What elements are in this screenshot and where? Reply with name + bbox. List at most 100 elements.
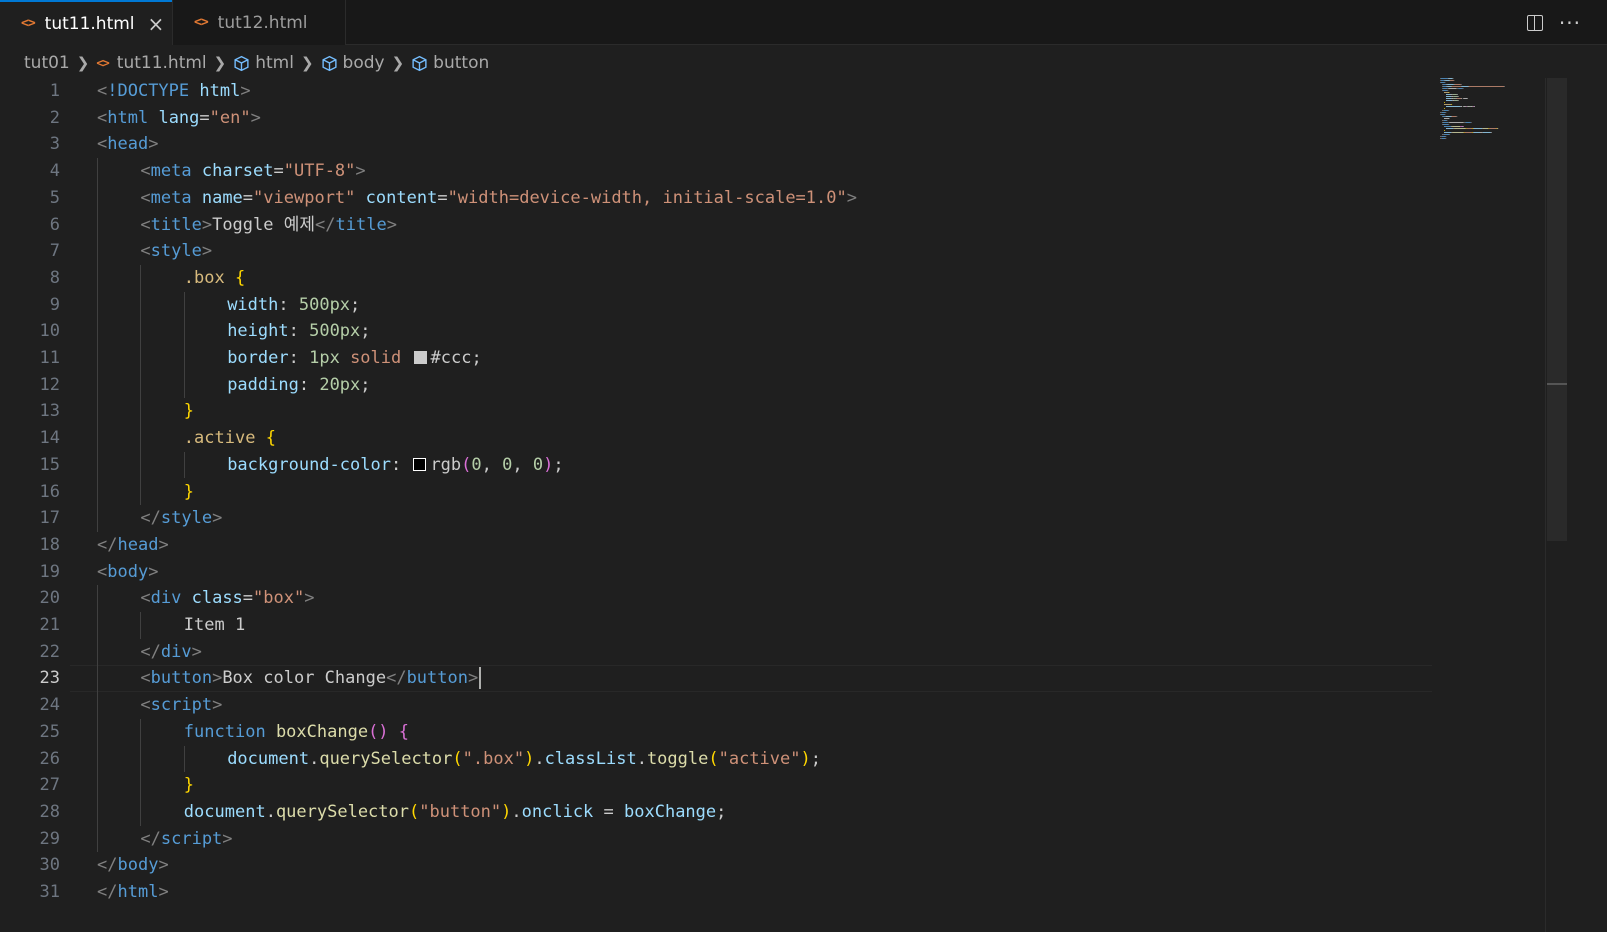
minimap-token (1496, 128, 1498, 129)
code-text: <div class="box"> (140, 588, 315, 609)
minimap-token (1465, 128, 1467, 129)
code-line[interactable]: 18 </head> (0, 532, 1545, 559)
code-line[interactable]: 30 </body> (0, 852, 1545, 879)
code-editor[interactable]: 1 <!DOCTYPE html> 2 <html lang="en"> 3 <head>… (0, 78, 1545, 932)
minimap-token (1449, 78, 1453, 79)
line-number: 6 (49, 214, 60, 235)
code-text: } (183, 401, 195, 422)
minimap-token (1440, 114, 1445, 115)
line-number: 10 (39, 321, 60, 342)
split-editor-icon[interactable] (1526, 14, 1543, 31)
code-line[interactable]: 7 <style> (0, 238, 1545, 265)
minimap-token (1446, 106, 1461, 107)
minimap-token (1472, 132, 1474, 133)
minimap-token (1440, 138, 1442, 139)
more-actions-icon[interactable]: ··· (1559, 13, 1581, 33)
code-text: Item 1 (183, 615, 246, 635)
code-line[interactable]: 1 <!DOCTYPE html> (0, 78, 1545, 105)
code-line[interactable]: 3 <head> (0, 131, 1545, 158)
chevron-right-icon: ❯ (213, 54, 227, 72)
minimap-token (1453, 98, 1456, 99)
minimap-token (1464, 132, 1472, 133)
color-swatch[interactable] (413, 351, 427, 364)
code-line[interactable]: 22 </div> (0, 639, 1545, 666)
minimap-token (1448, 122, 1450, 123)
minimap-token (1444, 114, 1446, 115)
breadcrumb-item-body[interactable]: body (343, 53, 385, 73)
minimap-token (1470, 106, 1473, 107)
minimap-token (1451, 116, 1457, 117)
minimap-token (1442, 124, 1443, 125)
code-line[interactable]: 20 <div class="box"> (0, 585, 1545, 612)
code-line[interactable]: 4 <meta charset="UTF-8"> (0, 158, 1545, 185)
minimap-token (1447, 88, 1449, 89)
code-text: <style> (140, 241, 213, 262)
minimap-token (1460, 84, 1462, 85)
code-line[interactable]: 6 <title>Toggle 예제</title> (0, 212, 1545, 239)
minimap-token (1452, 94, 1457, 95)
code-line[interactable]: 9 width: 500px; (0, 292, 1545, 319)
minimap-token (1482, 128, 1489, 129)
minimap-token (1451, 98, 1454, 99)
breadcrumb-item-file[interactable]: tut11.html (117, 53, 207, 73)
line-number: 9 (49, 294, 60, 315)
minimap-token (1472, 106, 1474, 107)
minimap-token (1446, 94, 1451, 95)
breadcrumb-item-folder[interactable]: tut01 (24, 53, 70, 73)
minimap-token (1473, 128, 1482, 129)
line-number: 27 (39, 775, 60, 796)
tab-tut12-html[interactable]: <> tut12.html (172, 0, 346, 45)
code-text: <button>Box color Change</button> (140, 665, 482, 692)
breadcrumb-item-html[interactable]: html (255, 53, 294, 73)
code-line[interactable]: 17 </style> (0, 505, 1545, 532)
minimap-token (1444, 82, 1446, 83)
line-number: 30 (39, 855, 60, 876)
code-line[interactable]: 2 <html lang="en"> (0, 105, 1545, 132)
indent-guide (183, 451, 185, 479)
chevron-right-icon: ❯ (391, 54, 405, 72)
code-line[interactable]: 27} (0, 772, 1545, 799)
code-line[interactable]: 11 border: 1px solid #ccc; (0, 345, 1545, 372)
minimap-token (1468, 86, 1469, 87)
minimap-token (1440, 136, 1442, 137)
minimap-token (1442, 86, 1447, 87)
minimap-token (1463, 106, 1466, 107)
code-text: <meta name="viewport" content="width=dev… (140, 187, 857, 208)
code-line[interactable]: 8 .box { (0, 265, 1545, 292)
code-line[interactable]: 10 height: 500px; (0, 318, 1545, 345)
code-line[interactable]: 29 </script> (0, 826, 1545, 853)
minimap-token (1441, 112, 1446, 113)
breadcrumb-item-button[interactable]: button (433, 53, 489, 73)
minimap-token (1449, 122, 1464, 123)
line-number: 7 (49, 241, 60, 262)
color-swatch[interactable] (413, 457, 427, 471)
code-line[interactable]: 28 document.querySelector("button").oncli… (0, 799, 1545, 826)
minimap-token (1467, 106, 1470, 107)
code-line[interactable]: 5 <meta name="viewport" content="width=de… (0, 185, 1545, 212)
close-icon[interactable]: × (148, 14, 165, 34)
minimap-token (1442, 88, 1448, 89)
minimap[interactable] (1437, 76, 1517, 146)
code-line[interactable]: 16} (0, 479, 1545, 506)
code-line[interactable]: 13} (0, 398, 1545, 425)
tab-tut11-html[interactable]: <> tut11.html × (0, 0, 172, 45)
vertical-scrollbar[interactable] (1547, 78, 1567, 541)
code-line[interactable]: 24 <script> (0, 692, 1545, 719)
minimap-token (1442, 134, 1444, 135)
code-line[interactable]: 25 function boxChange() { (0, 719, 1545, 746)
line-number: 11 (39, 348, 60, 368)
minimap-token (1444, 92, 1448, 93)
code-line[interactable]: 31 </html> (0, 879, 1545, 906)
indent-guide (183, 745, 185, 773)
code-line[interactable]: 26 document.querySelector(".box").classLi… (0, 746, 1545, 773)
code-line[interactable]: 21 Item 1 (0, 612, 1545, 639)
code-line[interactable]: 14 .active { (0, 425, 1545, 452)
code-line[interactable]: 19 <body> (0, 559, 1545, 586)
code-line[interactable]: 12 padding: 20px; (0, 372, 1545, 399)
minimap-token (1451, 126, 1453, 127)
minimap-token (1444, 118, 1450, 119)
code-line[interactable]: 23 <button>Box color Change</button> (0, 665, 1545, 693)
minimap-token (1440, 80, 1445, 81)
code-line[interactable]: 15 background-color: rgb(0, 0, 0); (0, 452, 1545, 479)
minimap-token (1446, 98, 1452, 99)
